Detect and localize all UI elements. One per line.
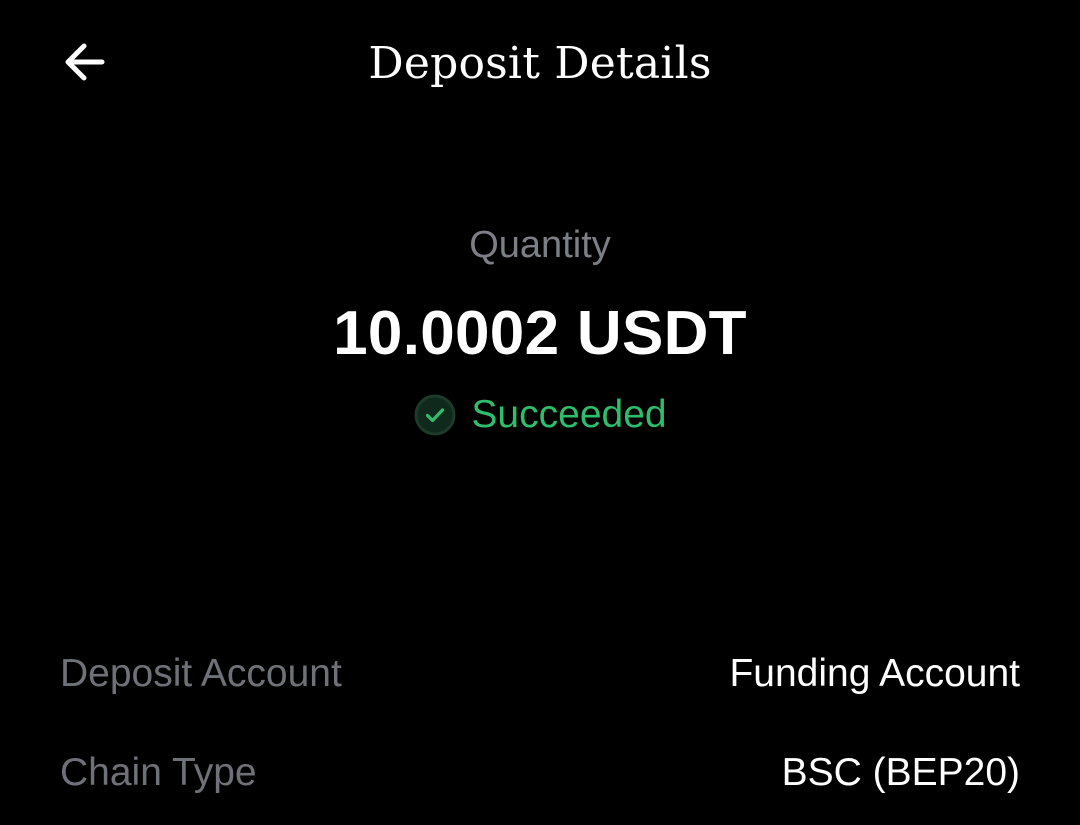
chain-type-label: Chain Type bbox=[60, 751, 257, 794]
page-title: Deposit Details bbox=[368, 38, 712, 89]
chain-type-value: BSC (BEP20) bbox=[781, 751, 1020, 794]
quantity-label: Quantity bbox=[469, 224, 611, 266]
status-text: Succeeded bbox=[471, 393, 667, 436]
detail-row-chain-type: Chain Type BSC (BEP20) bbox=[60, 746, 1020, 800]
check-circle-icon bbox=[414, 394, 456, 436]
deposit-account-label: Deposit Account bbox=[60, 652, 342, 695]
header: Deposit Details bbox=[0, 0, 1080, 128]
detail-row-deposit-account: Deposit Account Funding Account bbox=[60, 647, 1020, 701]
quantity-value: 10.0002 USDT bbox=[333, 299, 747, 368]
deposit-summary: Quantity 10.0002 USDT Succeeded bbox=[0, 218, 1080, 442]
status-badge: Succeeded bbox=[413, 392, 667, 438]
deposit-account-value: Funding Account bbox=[729, 652, 1020, 695]
